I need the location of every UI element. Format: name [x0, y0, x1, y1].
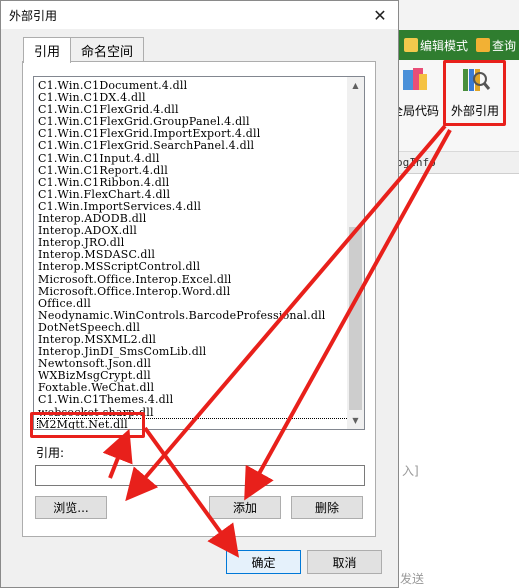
- delete-button[interactable]: 删除: [291, 496, 363, 519]
- reference-list-items: C1.Win.C1Document.4.dll C1.Win.C1DX.4.dll…: [37, 79, 349, 429]
- list-item[interactable]: Office.dll: [38, 297, 348, 310]
- background-grid-body: [390, 174, 519, 588]
- edit-icon: [404, 38, 418, 52]
- close-icon: ✕: [373, 5, 387, 25]
- external-reference-highlight-frame: [443, 60, 506, 126]
- list-item[interactable]: Microsoft.Office.Interop.Word.dll: [38, 285, 348, 298]
- selected-item-highlight-box: [30, 412, 145, 438]
- edit-mode-button[interactable]: 编辑模式: [404, 36, 468, 54]
- browse-button[interactable]: 浏览...: [35, 496, 107, 519]
- list-item[interactable]: Microsoft.Office.Interop.Excel.dll: [38, 273, 348, 286]
- dialog-titlebar[interactable]: 外部引用 ✕: [1, 1, 398, 29]
- add-button[interactable]: 添加: [209, 496, 281, 519]
- reference-list[interactable]: C1.Win.C1Document.4.dll C1.Win.C1DX.4.dll…: [33, 76, 365, 430]
- reference-label: 引用:: [36, 446, 65, 460]
- lock-icon: [476, 38, 490, 52]
- dialog-title: 外部引用: [9, 9, 58, 23]
- background-ribbon-bar: 编辑模式 查询: [390, 30, 519, 60]
- edit-mode-label: 编辑模式: [420, 38, 469, 53]
- cancel-button[interactable]: 取消: [307, 550, 382, 574]
- list-item[interactable]: C1.Win.C1Themes.4.dll: [38, 394, 348, 406]
- scroll-thumb[interactable]: [349, 227, 362, 410]
- background-send-fragment: 发送: [400, 572, 425, 586]
- close-button[interactable]: ✕: [366, 3, 394, 27]
- scroll-down-icon[interactable]: ▼: [347, 412, 364, 429]
- query-label: 查询: [492, 38, 517, 53]
- scroll-up-icon[interactable]: ▲: [347, 77, 364, 94]
- global-code-icon: [403, 68, 427, 90]
- background-grid-header: ogInfo: [390, 152, 519, 174]
- list-item[interactable]: C1.Win.C1Report.4.dll: [38, 164, 348, 177]
- list-item[interactable]: C1.Win.C1FlexGrid.SearchPanel.4.dll: [38, 140, 348, 152]
- background-input-fragment: 入]: [402, 464, 419, 478]
- ok-button[interactable]: 确定: [226, 550, 301, 574]
- dialog-tabs: 引用 命名空间: [23, 37, 145, 63]
- tab-namespaces[interactable]: 命名空间: [70, 37, 145, 61]
- list-item[interactable]: Interop.MSScriptControl.dll: [38, 261, 348, 273]
- list-item[interactable]: C1.Win.C1Input.4.dll: [38, 152, 348, 165]
- reference-input[interactable]: [35, 465, 365, 486]
- list-scrollbar[interactable]: ▲ ▼: [347, 77, 364, 429]
- query-button[interactable]: 查询: [476, 36, 516, 54]
- tab-references[interactable]: 引用: [23, 37, 72, 63]
